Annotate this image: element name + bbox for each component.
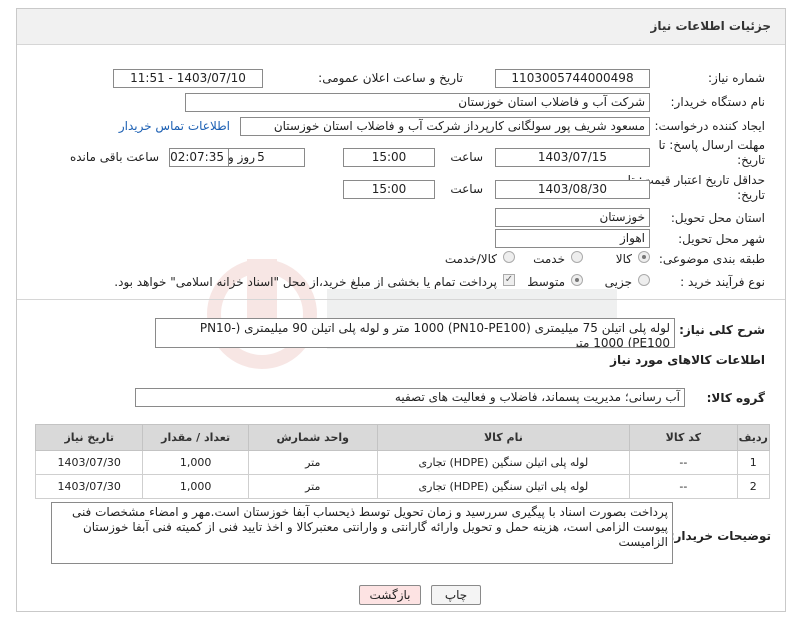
table-header-row: ردیف کد کالا نام کالا واحد شمارش تعداد /… (34, 424, 771, 451)
city-label: شهر محل تحویل: (678, 232, 765, 246)
print-button[interactable]: چاپ (431, 585, 481, 605)
payment-checkbox[interactable]: ✓ (503, 274, 515, 286)
cell-unit: متر (247, 450, 378, 475)
province-label: استان محل تحویل: (670, 211, 765, 225)
creator-field: مسعود شریف پور سولگانی کارپرداز شرکت آب … (240, 117, 650, 136)
validity-time-label: ساعت (450, 182, 483, 196)
payment-note: پرداخت تمام یا بخشی از مبلغ خرید،از محل … (114, 275, 497, 289)
days-label: روز و (228, 150, 255, 164)
process-label: نوع فرآیند خرید : (680, 275, 765, 289)
deadline-date-label: تاریخ: (737, 153, 765, 167)
divider (17, 299, 785, 300)
deadline-time-field: 15:00 (343, 148, 435, 167)
cell-date: 1403/07/30 (34, 450, 144, 475)
col-code: کد کالا (629, 424, 738, 451)
process-medium-radio[interactable] (571, 274, 583, 286)
city-field: اهواز (495, 229, 650, 248)
cell-code: -- (629, 450, 738, 475)
buyer-contact-link[interactable]: اطلاعات تماس خریدار (119, 119, 230, 133)
announce-datetime-field: 1403/07/10 - 11:51 (113, 69, 263, 88)
cell-row: 2 (736, 474, 771, 499)
province-field: خوزستان (495, 208, 650, 227)
goods-section-title: اطلاعات کالاهای مورد نیاز (610, 353, 765, 367)
process-partial-radio[interactable] (638, 274, 650, 286)
table-row: 1 -- لوله پلی اتیلن سنگین (HDPE) تجاری م… (34, 450, 771, 475)
goods-group-label: گروه کالا: (706, 391, 765, 405)
cell-date: 1403/07/30 (34, 474, 144, 499)
validity-date-field: 1403/08/30 (495, 180, 650, 199)
validity-time-field: 15:00 (343, 180, 435, 199)
cell-unit: متر (247, 474, 378, 499)
deadline-date-field: 1403/07/15 (495, 148, 650, 167)
cell-qty: 1,000 (142, 450, 249, 475)
summary-label: شرح کلی نیاز: (679, 323, 765, 337)
watermark-logo (207, 259, 617, 369)
cell-name: لوله پلی اتیلن سنگین (HDPE) تجاری (376, 450, 631, 475)
panel-header: جزئیات اطلاعات نیاز (17, 9, 785, 45)
need-number-field: 1103005744000498 (495, 69, 650, 88)
category-both-label: کالا/خدمت (444, 252, 497, 266)
deadline-label: مهلت ارسال پاسخ: تا (658, 138, 765, 152)
back-button[interactable]: بازگشت (359, 585, 421, 605)
buyer-label: نام دستگاه خریدار: (670, 95, 766, 109)
category-service-radio[interactable] (571, 251, 583, 263)
page-title: جزئیات اطلاعات نیاز (650, 19, 771, 33)
need-number-label: شماره نیاز: (708, 71, 765, 85)
col-qty: تعداد / مقدار (142, 424, 249, 451)
table-row: 2 -- لوله پلی اتیلن سنگین (HDPE) تجاری م… (34, 474, 771, 499)
main-panel: جزئیات اطلاعات نیاز شماره نیاز: 11030057… (16, 8, 786, 612)
cell-row: 1 (736, 450, 771, 475)
category-goods-label: کالا (615, 252, 632, 266)
col-date: تاریخ نیاز (34, 424, 144, 451)
category-label: طبقه بندی موضوعی: (658, 252, 765, 266)
buyer-field: شرکت آب و فاضلاب استان خوزستان (185, 93, 650, 112)
items-table: ردیف کد کالا نام کالا واحد شمارش تعداد /… (34, 424, 771, 499)
remaining-time-field: 02:07:35 (169, 148, 229, 167)
process-partial-label: جزیی (604, 275, 632, 289)
cell-name: لوله پلی اتیلن سنگین (HDPE) تجاری (376, 474, 631, 499)
process-medium-label: متوسط (527, 275, 565, 289)
col-unit: واحد شمارش (247, 424, 378, 451)
col-name: نام کالا (376, 424, 631, 451)
announce-label: تاریخ و ساعت اعلان عمومی: (318, 71, 463, 85)
goods-group-field: آب رسانی؛ مدیریت پسماند، فاضلاب و فعالیت… (135, 388, 685, 407)
col-row: ردیف (736, 424, 771, 451)
category-both-radio[interactable] (503, 251, 515, 263)
buyer-notes-field: پرداخت بصورت اسناد با پیگیری سررسید و زم… (51, 502, 673, 564)
summary-field: لوله پلی اتیلن 75 میلیمتری (PN10-PE100) … (155, 318, 675, 348)
creator-label: ایجاد کننده درخواست: (654, 119, 765, 133)
cell-qty: 1,000 (142, 474, 249, 499)
validity-date-label: تاریخ: (737, 188, 765, 202)
buyer-notes-label: توضیحات خریدار: (669, 529, 771, 543)
deadline-time-label: ساعت (450, 150, 483, 164)
cell-code: -- (629, 474, 738, 499)
category-service-label: خدمت (533, 252, 565, 266)
category-goods-radio[interactable] (638, 251, 650, 263)
remaining-label: ساعت باقی مانده (69, 150, 159, 164)
